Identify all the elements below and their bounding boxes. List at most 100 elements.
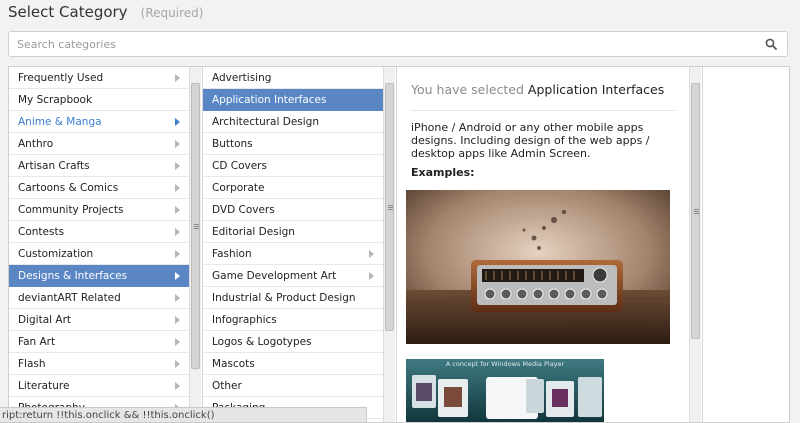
chevron-right-icon	[175, 316, 180, 324]
subcategory-item[interactable]: CD Covers	[203, 155, 383, 177]
chevron-right-icon	[175, 74, 180, 82]
subcategory-item-label: Logos & Logotypes	[212, 336, 312, 348]
subcategory-item[interactable]: Mascots	[203, 353, 383, 375]
subcategory-item-label: CD Covers	[212, 160, 267, 172]
category-item[interactable]: Cartoons & Comics	[9, 177, 189, 199]
category-item-label: Designs & Interfaces	[18, 270, 128, 282]
category-item[interactable]: Designs & Interfaces	[9, 265, 189, 287]
subcategory-item[interactable]: Advertising	[203, 67, 383, 89]
category-item-label: Fan Art	[18, 336, 56, 348]
examples-label: Examples:	[411, 166, 475, 179]
subcategory-item[interactable]: DVD Covers	[203, 199, 383, 221]
subcategory-item[interactable]: Industrial & Product Design	[203, 287, 383, 309]
scrollbar-grip	[194, 226, 199, 227]
search-box	[8, 31, 788, 57]
subcategory-item[interactable]: Architectural Design	[203, 111, 383, 133]
media-player-thumbnail	[406, 359, 604, 422]
column-divider	[396, 67, 397, 422]
column-divider	[702, 67, 703, 422]
subcategory-scrollbar[interactable]	[383, 67, 395, 422]
detail-scrollbar-thumb[interactable]	[691, 83, 700, 339]
scrollbar-grip	[388, 209, 393, 210]
subcategory-item[interactable]: Game Development Art	[203, 265, 383, 287]
page-title: Select Category	[8, 3, 128, 21]
divider	[411, 110, 675, 111]
category-item[interactable]: Contests	[9, 221, 189, 243]
category-item[interactable]: Customization	[9, 243, 189, 265]
category-item[interactable]: My Scrapbook	[9, 89, 189, 111]
category-item-label: Cartoons & Comics	[18, 182, 119, 194]
example-image-media-player-concept: A concept for Windows Media Player	[406, 359, 604, 422]
category-column: Frequently Used My Scrapbook Anime & Manga…	[9, 67, 189, 422]
scrollbar-grip	[694, 211, 699, 212]
chevron-right-icon	[175, 184, 180, 192]
search-input[interactable]	[9, 32, 757, 56]
example-image-radio-app	[406, 190, 670, 344]
status-bar: ript:return !!this.onclick && !!this.onc…	[0, 407, 367, 423]
category-item[interactable]: Literature	[9, 375, 189, 397]
chevron-right-icon	[175, 294, 180, 302]
page-header: Select Category (Required)	[8, 2, 203, 26]
subcategory-item-label: Infographics	[212, 314, 277, 326]
subcategory-item-label: Advertising	[212, 72, 272, 84]
selection-prefix: You have selected	[411, 82, 524, 97]
category-item[interactable]: Fan Art	[9, 331, 189, 353]
category-scrollbar-thumb[interactable]	[191, 83, 200, 369]
subcategory-item[interactable]: Other	[203, 375, 383, 397]
category-item[interactable]: Digital Art	[9, 309, 189, 331]
subcategory-item[interactable]: Application Interfaces	[203, 89, 383, 111]
example-caption: A concept for Windows Media Player	[445, 360, 565, 368]
category-browser: Frequently Used My Scrapbook Anime & Manga…	[8, 66, 790, 423]
category-description: iPhone / Android or any other mobile app…	[411, 121, 650, 160]
chevron-right-icon	[175, 250, 180, 258]
subcategory-scrollbar-thumb[interactable]	[385, 83, 394, 331]
category-item-label: Literature	[18, 380, 70, 392]
selection-detail-panel: You have selected Application Interfaces…	[399, 67, 687, 422]
selection-heading: You have selected Application Interfaces	[411, 82, 664, 97]
category-item[interactable]: Anime & Manga	[9, 111, 189, 133]
chevron-right-icon	[175, 338, 180, 346]
scrollbar-grip	[194, 224, 199, 225]
category-item-label: Anime & Manga	[18, 116, 102, 128]
subcategory-item[interactable]: Editorial Design	[203, 221, 383, 243]
subcategory-item[interactable]: Infographics	[203, 309, 383, 331]
subcategory-item-label: Application Interfaces	[212, 94, 327, 106]
detail-scrollbar[interactable]	[689, 67, 701, 422]
chevron-right-icon	[175, 382, 180, 390]
chevron-right-icon	[175, 360, 180, 368]
chevron-right-icon	[175, 162, 180, 170]
category-item-label: Community Projects	[18, 204, 124, 216]
category-item-label: Artisan Crafts	[18, 160, 90, 172]
category-item-label: Flash	[18, 358, 46, 370]
subcategory-item-label: Other	[212, 380, 242, 392]
scrollbar-grip	[388, 205, 393, 206]
chevron-right-icon	[175, 228, 180, 236]
category-item[interactable]: Artisan Crafts	[9, 155, 189, 177]
subcategory-item[interactable]: Corporate	[203, 177, 383, 199]
selected-category-name: Application Interfaces	[527, 82, 665, 97]
subcategory-item-label: Mascots	[212, 358, 255, 370]
chevron-right-icon	[369, 272, 374, 280]
category-item-label: Digital Art	[18, 314, 72, 326]
category-item[interactable]: Frequently Used	[9, 67, 189, 89]
category-item-label: My Scrapbook	[18, 94, 93, 106]
category-item[interactable]: Flash	[9, 353, 189, 375]
chevron-right-icon	[369, 250, 374, 258]
category-item-label: Frequently Used	[18, 72, 104, 84]
subcategory-item[interactable]: Fashion	[203, 243, 383, 265]
category-item[interactable]: Community Projects	[9, 199, 189, 221]
category-item[interactable]: Anthro	[9, 133, 189, 155]
category-item-label: Contests	[18, 226, 65, 238]
subcategory-item-label: Fashion	[212, 248, 252, 260]
category-scrollbar[interactable]	[189, 67, 201, 422]
subcategory-item-label: Editorial Design	[212, 226, 295, 238]
subcategory-item[interactable]: Logos & Logotypes	[203, 331, 383, 353]
category-item[interactable]: deviantART Related	[9, 287, 189, 309]
required-note: (Required)	[140, 6, 204, 20]
subcategory-item[interactable]: Buttons	[203, 133, 383, 155]
search-icon[interactable]	[765, 38, 777, 50]
subcategory-item-label: Buttons	[212, 138, 253, 150]
chevron-right-icon	[175, 118, 180, 126]
category-item-label: Anthro	[18, 138, 54, 150]
category-item-label: Customization	[18, 248, 94, 260]
